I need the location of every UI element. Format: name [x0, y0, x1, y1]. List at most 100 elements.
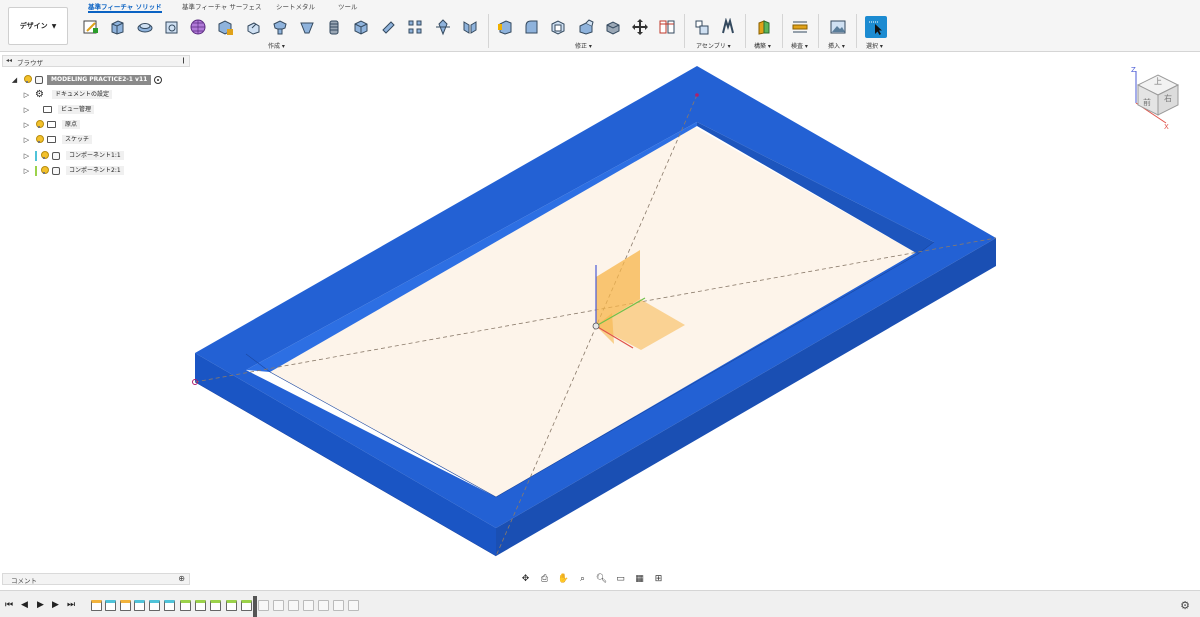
timeline-feature[interactable] [241, 600, 252, 611]
insert-group-label[interactable]: 挿入 ▾ [828, 41, 845, 50]
workspace-switcher[interactable]: デザイン ▼ [8, 7, 68, 45]
new-component-icon[interactable] [692, 17, 712, 37]
timeline-suppressed-feature[interactable] [303, 600, 314, 611]
viewcube-top-label[interactable]: 上 [1154, 76, 1162, 87]
construct-group-label[interactable]: 構築 ▾ [754, 41, 771, 50]
collapse-panel-icon[interactable]: ◂◂ [6, 57, 12, 64]
joint-icon[interactable] [718, 17, 738, 37]
collapse-triangle-icon[interactable]: ◢ [11, 75, 18, 84]
mirror-icon[interactable] [460, 17, 480, 37]
visibility-bulb-icon[interactable] [35, 120, 44, 129]
move-icon[interactable] [630, 17, 650, 37]
tree-item-origin[interactable]: ▷ 原点 [23, 118, 81, 131]
viewports-icon[interactable]: ⊞ [651, 573, 666, 585]
rib-icon[interactable] [433, 17, 453, 37]
extrude-icon[interactable] [107, 17, 127, 37]
fillet-edge-icon[interactable] [521, 17, 541, 37]
zoom-icon[interactable]: ⌕ [575, 573, 590, 585]
press-pull-icon[interactable] [495, 17, 515, 37]
timeline-suppressed-feature[interactable] [348, 600, 359, 611]
tree-root[interactable]: ◢ MODELING PRACTICE2-1 v11 [11, 73, 163, 86]
pin-panel-icon[interactable]: ❙ [181, 57, 186, 64]
tab-tools[interactable]: ツール [338, 2, 358, 13]
tree-item-component-1[interactable]: ▷ コンポーネント1:1 [23, 149, 124, 162]
expand-triangle-icon[interactable]: ▷ [23, 166, 30, 175]
shell-icon[interactable] [243, 17, 263, 37]
display-settings-icon[interactable]: ▭ [613, 573, 628, 585]
box-icon[interactable] [351, 17, 371, 37]
timeline-suppressed-feature[interactable] [258, 600, 269, 611]
step-back-icon[interactable]: ◀ [21, 600, 28, 610]
add-comment-icon[interactable]: ⊕ [178, 574, 185, 583]
shell-modify-icon[interactable] [576, 17, 596, 37]
visibility-bulb-icon[interactable] [35, 135, 44, 144]
timeline-suppressed-feature[interactable] [288, 600, 299, 611]
box-plus-icon[interactable] [215, 17, 235, 37]
measure-icon[interactable] [790, 17, 810, 37]
align-icon[interactable] [657, 17, 677, 37]
form-icon[interactable] [188, 17, 208, 37]
expand-triangle-icon[interactable]: ▷ [23, 120, 30, 129]
visibility-bulb-icon[interactable] [40, 151, 49, 160]
timeline-feature[interactable] [91, 600, 102, 611]
fit-view-icon[interactable]: 🔍︎ [594, 573, 609, 585]
tab-surface[interactable]: 基準フィーチャ サーフェス [182, 2, 261, 13]
grid-settings-icon[interactable]: ▦ [632, 573, 647, 585]
gear-icon[interactable]: ⚙ [1180, 599, 1190, 612]
orbit-icon[interactable]: ✥ [518, 573, 533, 585]
loft-icon[interactable] [297, 17, 317, 37]
fillet-icon[interactable] [270, 17, 290, 37]
cylinder-icon[interactable] [378, 17, 398, 37]
expand-triangle-icon[interactable]: ▷ [23, 151, 30, 160]
tab-sheet-metal[interactable]: シートメタル [276, 2, 315, 13]
viewcube-front-label[interactable]: 前 [1143, 97, 1151, 108]
canvas-viewport[interactable] [0, 53, 1200, 588]
timeline-marker[interactable] [253, 596, 257, 617]
tree-item-view-manager[interactable]: ▷ ビュー管理 [23, 103, 95, 116]
pattern-icon[interactable] [405, 17, 425, 37]
assemble-group-label[interactable]: アセンブリ ▾ [696, 41, 731, 50]
tree-item-doc-settings[interactable]: ▷ ⚙ ドキュメントの設定 [23, 88, 112, 101]
insert-image-icon[interactable] [828, 17, 848, 37]
go-to-start-icon[interactable]: ⏮ [5, 600, 13, 610]
tree-item-component-2[interactable]: ▷ コンポーネント2:1 [23, 164, 124, 177]
visibility-bulb-icon[interactable] [40, 166, 49, 175]
viewcube-right-label[interactable]: 右 [1164, 93, 1172, 104]
coil-icon[interactable] [324, 17, 344, 37]
timeline-suppressed-feature[interactable] [333, 600, 344, 611]
pan-hand-icon[interactable]: ✋ [556, 573, 571, 585]
expand-triangle-icon[interactable]: ▷ [23, 135, 30, 144]
step-forward-icon[interactable]: ▶ [52, 600, 59, 610]
draft-icon[interactable] [603, 17, 623, 37]
select-group-label[interactable]: 選択 ▾ [866, 41, 883, 50]
create-group-label[interactable]: 作成 ▾ [268, 41, 285, 50]
timeline-feature[interactable] [180, 600, 191, 611]
select-icon[interactable] [865, 16, 887, 38]
look-at-icon[interactable]: ⎙ [537, 573, 552, 585]
timeline-feature[interactable] [164, 600, 175, 611]
timeline-feature[interactable] [134, 600, 145, 611]
revolve-icon[interactable] [135, 17, 155, 37]
timeline-feature[interactable] [195, 600, 206, 611]
create-sketch-icon[interactable] [81, 17, 101, 37]
timeline-feature[interactable] [105, 600, 116, 611]
comments-panel[interactable]: コメント ⊕ [2, 573, 190, 585]
timeline-suppressed-feature[interactable] [318, 600, 329, 611]
offset-plane-icon[interactable] [754, 17, 774, 37]
modify-group-label[interactable]: 修正 ▾ [575, 41, 592, 50]
timeline-feature[interactable] [149, 600, 160, 611]
tab-solid[interactable]: 基準フィーチャ ソリッド [88, 2, 162, 13]
model-canvas[interactable] [0, 53, 1200, 588]
activate-radio-icon[interactable] [154, 75, 163, 84]
expand-triangle-icon[interactable]: ▷ [23, 105, 30, 114]
timeline-feature[interactable] [210, 600, 221, 611]
inspect-group-label[interactable]: 検査 ▾ [791, 41, 808, 50]
expand-triangle-icon[interactable]: ▷ [23, 90, 30, 99]
view-cube[interactable]: Z X 上 前 右 [1128, 63, 1186, 131]
timeline-feature[interactable] [226, 600, 237, 611]
chamfer-icon[interactable] [548, 17, 568, 37]
tree-item-sketches[interactable]: ▷ スケッチ [23, 133, 93, 146]
sweep-icon[interactable] [162, 17, 182, 37]
timeline-feature[interactable] [120, 600, 131, 611]
timeline-suppressed-feature[interactable] [273, 600, 284, 611]
